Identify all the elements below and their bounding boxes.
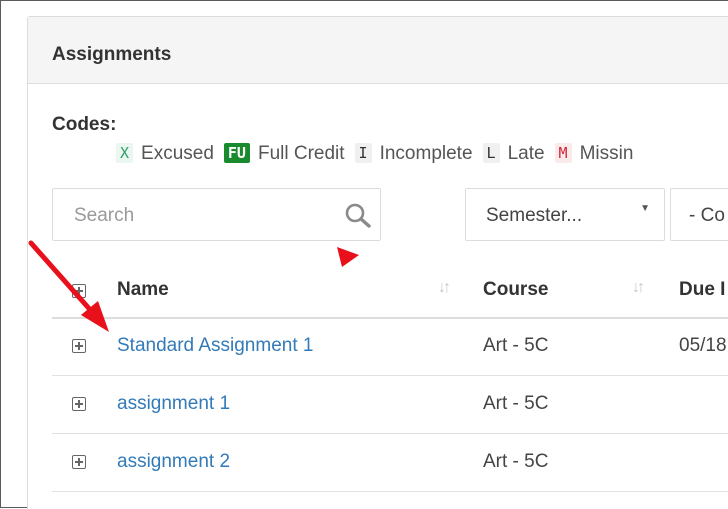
- assignment-link[interactable]: assignment 1: [117, 393, 230, 415]
- table-row: assignment 2 Art - 5C: [52, 434, 728, 492]
- course-cell: Art - 5C: [483, 451, 549, 472]
- table-row: Standard Assignment 1 Art - 5C 05/18: [52, 318, 728, 376]
- table-row: assignment 1 Art - 5C: [52, 376, 728, 434]
- expand-all-icon[interactable]: [72, 284, 86, 298]
- screenshot-frame: Assignments Codes: X Excused FU Full Credit…: [0, 0, 728, 509]
- column-header-due[interactable]: Due I: [679, 279, 725, 301]
- code-badge-late: L: [482, 143, 500, 163]
- course-select-value: - Co: [689, 205, 725, 226]
- table-header: Name ↓↑ Course ↓↑ Due I: [52, 265, 728, 319]
- code-text-incomplete: Incomplete: [379, 143, 473, 164]
- column-header-name[interactable]: Name: [117, 279, 169, 301]
- search-icon[interactable]: [344, 202, 372, 228]
- search-input[interactable]: Search: [52, 188, 381, 241]
- due-date-cell: 05/18: [679, 335, 727, 356]
- course-cell: Art - 5C: [483, 335, 549, 356]
- assignment-link[interactable]: Standard Assignment 1: [117, 335, 313, 357]
- column-header-course[interactable]: Course: [483, 279, 548, 301]
- semester-select-value: Semester...: [486, 205, 583, 226]
- codes-label: Codes:: [52, 114, 117, 135]
- course-select[interactable]: - Co: [670, 188, 728, 241]
- codes-legend: X Excused FU Full Credit I Incomplete L Late M Mi…: [116, 143, 643, 165]
- code-badge-excused: X: [116, 143, 134, 163]
- code-text-excused: Excused: [141, 143, 214, 164]
- caret-down-icon: ▼: [640, 203, 650, 214]
- expand-row-icon[interactable]: [72, 339, 86, 353]
- search-placeholder: Search: [74, 205, 135, 226]
- assignments-panel: Assignments Codes: X Excused FU Full Credit…: [27, 16, 728, 509]
- code-text-missing: Missin: [579, 143, 634, 164]
- code-badge-missing: M: [554, 143, 572, 163]
- panel-title: Assignments: [52, 44, 172, 65]
- code-badge-incomplete: I: [354, 143, 372, 163]
- semester-select[interactable]: Semester... ▼: [465, 188, 665, 241]
- sort-course-icon[interactable]: ↓↑: [632, 279, 645, 297]
- panel-header: Assignments: [28, 17, 728, 84]
- assignment-link[interactable]: assignment 2: [117, 451, 230, 473]
- code-text-late: Late: [507, 143, 545, 164]
- expand-row-icon[interactable]: [72, 455, 86, 469]
- course-cell: Art - 5C: [483, 393, 549, 414]
- expand-row-icon[interactable]: [72, 397, 86, 411]
- code-text-full-credit: Full Credit: [257, 143, 345, 164]
- sort-name-icon[interactable]: ↓↑: [438, 279, 451, 297]
- code-badge-full-credit: FU: [223, 143, 250, 163]
